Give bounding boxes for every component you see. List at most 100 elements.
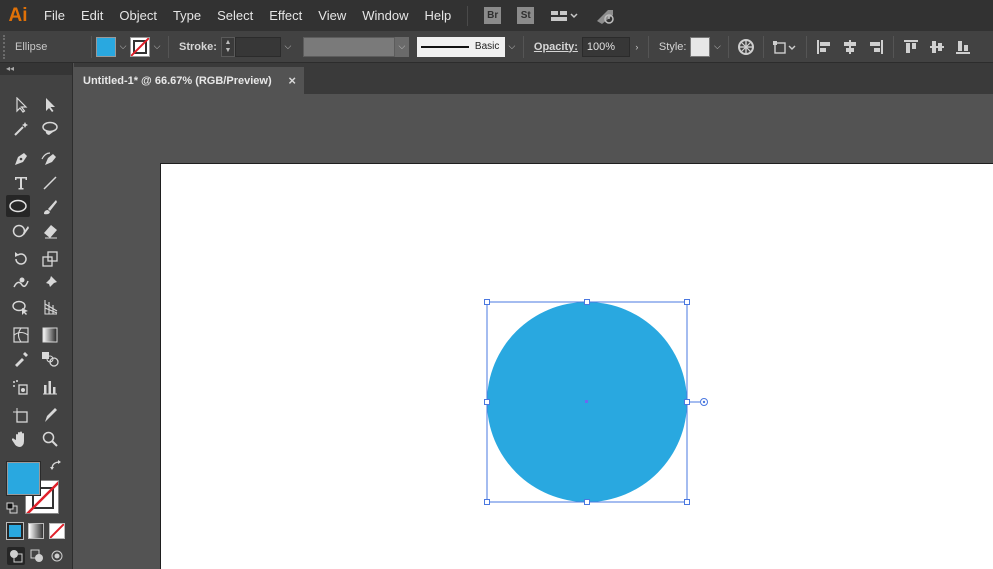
arrange-documents-button[interactable] [550, 9, 578, 23]
eraser-icon [44, 225, 57, 239]
tools-panel: ◂◂ [0, 63, 73, 569]
gpu-performance-button[interactable] [594, 7, 616, 25]
graphic-style-swatch[interactable] [690, 36, 711, 57]
resize-handle-bottom-right[interactable] [684, 499, 690, 505]
align-horizontal-center-button[interactable] [839, 36, 861, 58]
default-fill-stroke-button[interactable] [6, 502, 18, 514]
ellipse-icon [9, 199, 27, 213]
hand-icon [12, 431, 24, 447]
resize-handle-top-left[interactable] [484, 299, 490, 305]
menu-edit[interactable]: Edit [73, 0, 111, 31]
type-tool[interactable] [9, 172, 33, 194]
transform-dropdown-button[interactable] [770, 36, 800, 58]
direct-selection-tool[interactable] [38, 94, 62, 116]
resize-handle-top-right[interactable] [684, 299, 690, 305]
bridge-button[interactable]: Br [484, 7, 502, 24]
puppet-warp-tool[interactable] [38, 272, 62, 294]
shape-builder-tool[interactable] [9, 296, 33, 318]
paintbrush-tool[interactable] [38, 196, 62, 218]
lasso-tool[interactable] [38, 118, 62, 140]
menu-file[interactable]: File [36, 0, 73, 31]
magic-wand-tool[interactable] [9, 118, 33, 140]
menu-type[interactable]: Type [165, 0, 209, 31]
draw-normal-button[interactable] [7, 547, 25, 565]
align-left-button[interactable] [813, 36, 835, 58]
opacity-field[interactable]: 100% [581, 36, 630, 57]
draw-behind-button[interactable] [28, 547, 46, 565]
chevron-down-icon: ⌵ [714, 41, 721, 51]
menu-help[interactable]: Help [416, 0, 459, 31]
mesh-tool[interactable] [9, 324, 33, 346]
slice-tool[interactable] [38, 404, 62, 426]
opacity-arrow-button[interactable]: › [630, 36, 644, 58]
hand-tool[interactable] [9, 428, 33, 450]
none-stroke-icon [131, 37, 149, 56]
brush-dropdown-button[interactable]: ⌵ [505, 36, 519, 58]
rocket-icon [597, 9, 614, 24]
pie-widget-dot [702, 400, 706, 404]
variable-width-dropdown[interactable]: ⌵ [394, 36, 409, 57]
menu-window[interactable]: Window [354, 0, 416, 31]
symbol-sprayer-tool[interactable] [9, 376, 33, 398]
align-top-button[interactable] [900, 36, 922, 58]
eraser-tool[interactable] [38, 220, 62, 242]
menu-object[interactable]: Object [111, 0, 165, 31]
gradient-icon [42, 327, 58, 343]
stroke-weight-stepper[interactable]: ▲ ▼ [220, 36, 235, 57]
stroke-dropdown-button[interactable]: ⌵ [150, 36, 164, 58]
stock-button[interactable]: St [517, 7, 535, 24]
none-mode-button[interactable] [49, 523, 65, 539]
zoom-tool[interactable] [38, 428, 62, 450]
selection-arrow-icon [16, 97, 28, 113]
curvature-tool[interactable] [38, 148, 62, 170]
fill-dropdown-button[interactable]: ⌵ [116, 36, 130, 58]
align-vertical-center-button[interactable] [926, 36, 948, 58]
fill-swatch[interactable] [96, 36, 116, 57]
control-bar: Ellipse ⌵ ⌵ Stroke: ▲ ▼ ⌵ ⌵ Basic ⌵ Opaci… [0, 31, 993, 63]
line-segment-tool[interactable] [38, 172, 62, 194]
stroke-weight-field[interactable] [234, 36, 281, 57]
selection-tool[interactable] [9, 94, 33, 116]
blend-tool[interactable] [38, 348, 62, 370]
artboard-tool[interactable] [9, 404, 33, 426]
brush-definition-field[interactable]: Basic [416, 36, 505, 57]
rotate-tool[interactable] [9, 248, 33, 270]
tools-collapse-button[interactable]: ◂◂ [0, 63, 72, 75]
recolor-artwork-button[interactable] [735, 36, 757, 58]
shaper-tool[interactable] [9, 220, 33, 242]
align-bottom-button[interactable] [952, 36, 974, 58]
perspective-grid-tool[interactable] [38, 296, 62, 318]
resize-handle-middle-right[interactable] [684, 399, 690, 405]
stroke-swatch[interactable] [130, 36, 150, 57]
stroke-weight-dropdown[interactable]: ⌵ [281, 36, 295, 58]
eyedropper-icon [15, 352, 28, 367]
warp-tool[interactable] [9, 272, 33, 294]
resize-handle-top-center[interactable] [584, 299, 590, 305]
column-graph-tool[interactable] [38, 376, 62, 398]
menu-select[interactable]: Select [209, 0, 261, 31]
swap-arrow-icon [50, 460, 61, 470]
ellipse-tool[interactable] [6, 195, 30, 217]
menu-effect[interactable]: Effect [261, 0, 310, 31]
chevron-down-icon: ⌵ [284, 41, 292, 51]
menu-view[interactable]: View [310, 0, 354, 31]
align-right-button[interactable] [865, 36, 887, 58]
graphic-style-dropdown[interactable]: ⌵ [710, 36, 724, 58]
resize-handle-middle-left[interactable] [484, 399, 490, 405]
draw-behind-icon [30, 549, 43, 562]
style-label: Style: [658, 40, 687, 53]
gradient-tool[interactable] [38, 324, 62, 346]
fill-proxy-swatch[interactable] [6, 461, 41, 496]
opacity-label[interactable]: Opacity: [534, 41, 578, 53]
swap-fill-stroke-button[interactable] [49, 459, 63, 473]
eyedropper-tool[interactable] [9, 348, 33, 370]
color-mode-button[interactable] [6, 522, 24, 540]
resize-handle-bottom-left[interactable] [484, 499, 490, 505]
resize-handle-bottom-center[interactable] [584, 499, 590, 505]
gradient-mode-button[interactable] [28, 523, 44, 539]
variable-width-profile-field[interactable] [302, 36, 395, 57]
draw-inside-button[interactable] [48, 547, 66, 565]
control-separator [168, 35, 169, 58]
scale-tool[interactable] [38, 248, 62, 270]
pen-tool[interactable] [9, 148, 33, 170]
